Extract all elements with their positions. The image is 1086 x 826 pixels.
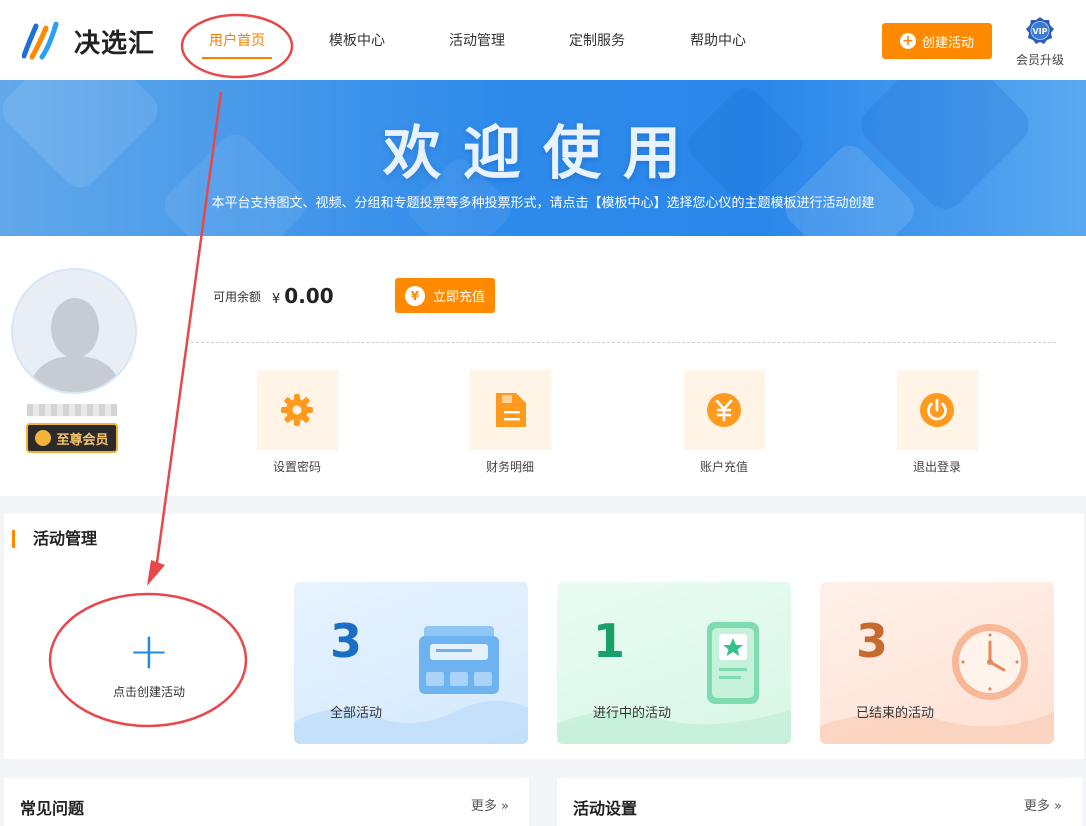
vip-badge-icon: VIP: [1026, 17, 1054, 44]
vip-badge-text: VIP: [1032, 27, 1047, 36]
create-activity-card-label: 点击创建活动: [112, 685, 185, 699]
phone-star-icon: [707, 622, 759, 704]
ongoing-activities-label: 进行中的活动: [593, 706, 672, 721]
create-activity-button[interactable]: + 创建活动: [882, 23, 992, 59]
yen-coin-icon: [707, 393, 741, 427]
banner-subtitle: 本平台支持图文、视频、分组和专题投票等多种投票形式，请点击【模板中心】选择您心仪…: [211, 196, 875, 211]
activity-settings-title: 活动设置: [573, 799, 638, 818]
logout-tile: [896, 370, 978, 450]
double-chevron-right-icon: »: [1054, 799, 1062, 814]
section-title: 活动管理: [12, 530, 97, 548]
logo[interactable]: 决选汇: [22, 22, 155, 60]
plus-icon: +: [128, 622, 170, 680]
set-password-label: 设置密码: [272, 460, 321, 474]
activity-settings-panel: 活动设置 更多 »: [557, 778, 1082, 826]
recharge-now-button[interactable]: ¥ 立即充值: [395, 278, 495, 313]
ended-activities-count: 3: [856, 614, 889, 668]
gear-icon: [281, 394, 313, 426]
top-header: 决选汇 用户首页 模板中心 活动管理 定制服务 帮助中心 + 创建活动 VIP …: [0, 0, 1086, 80]
document-icon: [496, 393, 526, 427]
account-recharge-action[interactable]: 账户充值: [664, 370, 784, 475]
power-icon: [920, 393, 954, 427]
faq-more-label: 更多: [470, 799, 497, 814]
all-activities-label: 全部活动: [330, 706, 383, 721]
banner-title: 欢迎使用: [382, 119, 703, 187]
create-activity-card[interactable]: + 点击创建活动: [84, 622, 214, 700]
logo-text: 决选汇: [74, 28, 156, 59]
all-activities-count: 3: [330, 614, 363, 668]
double-chevron-right-icon: »: [501, 799, 509, 814]
vip-upgrade-label: 会员升级: [1015, 53, 1064, 67]
finance-details-tile: [469, 370, 551, 450]
currency-symbol: ¥: [272, 292, 281, 307]
archive-box-icon: [419, 626, 499, 694]
balance-label: 可用余额: [213, 290, 262, 304]
account-recharge-tile: [683, 370, 765, 450]
account-recharge-label: 账户充值: [699, 460, 748, 474]
ended-activities-label: 已结束的活动: [856, 706, 935, 721]
ongoing-activities-card[interactable]: 1 进行中的活动: [557, 582, 791, 744]
nav-help-center[interactable]: 帮助中心: [660, 0, 776, 80]
nav-user-home[interactable]: 用户首页: [180, 0, 294, 80]
recharge-now-label: 立即充值: [432, 290, 485, 305]
clock-icon: [952, 624, 1028, 700]
nav-custom-service[interactable]: 定制服务: [534, 0, 660, 80]
logout-label: 退出登录: [912, 460, 961, 474]
vip-upgrade[interactable]: VIP 会员升级: [1012, 16, 1068, 68]
ended-activities-card[interactable]: 3 已结束的活动: [820, 582, 1054, 744]
balance-value: ¥0.00: [272, 284, 334, 308]
username-redacted: [27, 404, 117, 416]
divider: [191, 342, 1056, 343]
set-password-action[interactable]: 设置密码: [237, 370, 357, 475]
ongoing-activities-count: 1: [593, 614, 626, 668]
welcome-banner: 欢迎使用 本平台支持图文、视频、分组和专题投票等多种投票形式，请点击【模板中心】…: [0, 80, 1086, 236]
balance-amount: 0.00: [284, 284, 334, 308]
user-silhouette-icon: [27, 298, 123, 392]
finance-details-label: 财务明细: [485, 460, 534, 474]
all-activities-card[interactable]: 3 全部活动: [294, 582, 528, 744]
member-level-label: 至尊会员: [56, 432, 109, 448]
nav-template-center[interactable]: 模板中心: [294, 0, 420, 80]
faq-title: 常见问题: [20, 799, 85, 818]
settings-more-link[interactable]: 更多 »: [1024, 795, 1062, 814]
settings-more-label: 更多: [1023, 799, 1050, 814]
medal-icon: [35, 430, 52, 446]
member-level-badge: 至尊会员: [26, 423, 118, 453]
account-panel: 至尊会员 可用余额 ¥0.00 ¥ 立即充值 设置密码 财务明细 账户充值 退出…: [0, 236, 1086, 496]
faq-panel: 常见问题 更多 »: [4, 778, 529, 826]
finance-details-action[interactable]: 财务明细: [450, 370, 570, 475]
yen-coin-icon: ¥: [404, 285, 425, 306]
set-password-tile: [256, 370, 338, 450]
create-activity-label: 创建活动: [921, 35, 974, 51]
faq-more-link[interactable]: 更多 »: [471, 795, 509, 814]
nav-activity-management[interactable]: 活动管理: [420, 0, 534, 80]
avatar[interactable]: [11, 268, 137, 394]
logo-mark-icon: [22, 22, 59, 60]
logout-action[interactable]: 退出登录: [877, 370, 997, 475]
main-nav: 用户首页 模板中心 活动管理 定制服务 帮助中心: [180, 0, 776, 80]
plus-circle-icon: +: [899, 33, 916, 49]
activity-management-section: 活动管理 + 点击创建活动 3 全部活动 1 进行中的活动 3 已结束的活动: [4, 514, 1084, 759]
